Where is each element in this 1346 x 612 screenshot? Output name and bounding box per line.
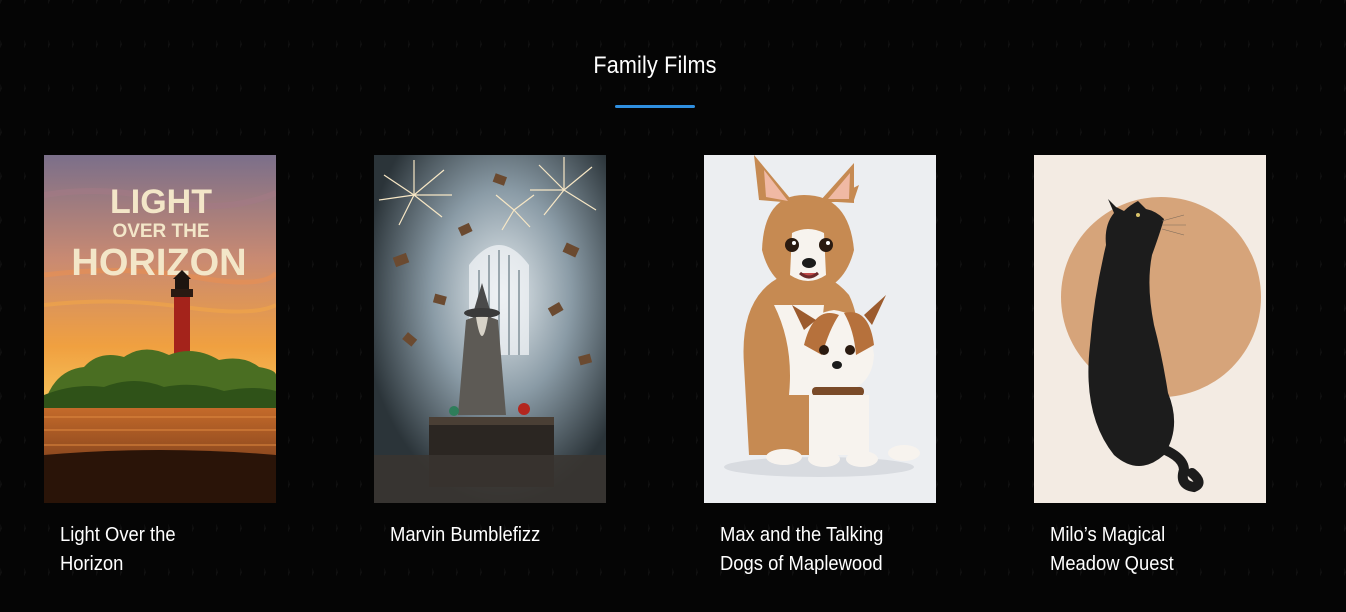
film-poster-milos-magical-meadow-quest[interactable] [1034, 155, 1266, 503]
film-title[interactable]: Marvin Bumblefizz [390, 521, 565, 550]
film-title[interactable]: Max and the Talking Dogs of Maplewood [720, 521, 895, 579]
film-poster-marvin-bumblefizz[interactable] [374, 155, 606, 503]
poster-title-line3: HORIZON [71, 242, 246, 284]
poster-title-line1: LIGHT [110, 183, 212, 221]
film-card-marvin-bumblefizz[interactable]: Marvin Bumblefizz [374, 155, 674, 550]
film-link[interactable]: Max and the Talking Dogs of Maplewood [704, 155, 1004, 579]
film-card-milos-magical-meadow-quest[interactable]: Milo’s Magical Meadow Quest [1034, 155, 1334, 579]
film-poster-max-and-the-talking-dogs[interactable] [704, 155, 936, 503]
film-poster-light-over-the-horizon[interactable]: LIGHT OVER THE HORIZON [44, 155, 276, 503]
film-link[interactable]: Milo’s Magical Meadow Quest [1034, 155, 1334, 579]
film-link[interactable]: LIGHT OVER THE HORIZON Light Over the Ho… [44, 155, 344, 579]
poster-image [1034, 155, 1266, 503]
film-link[interactable]: Marvin Bumblefizz [374, 155, 674, 550]
film-card-max-and-the-talking-dogs[interactable]: Max and the Talking Dogs of Maplewood [704, 155, 1004, 579]
section-title: Family Films [593, 52, 717, 79]
poster-image [704, 155, 936, 503]
poster-image: LIGHT OVER THE HORIZON [44, 155, 276, 503]
film-title[interactable]: Light Over the Horizon [60, 521, 235, 579]
poster-title-line2: OVER THE [112, 221, 209, 242]
poster-image [374, 155, 606, 503]
film-title[interactable]: Milo’s Magical Meadow Quest [1050, 521, 1225, 579]
film-card-light-over-the-horizon[interactable]: LIGHT OVER THE HORIZON Light Over the Ho… [44, 155, 344, 579]
title-underline [615, 105, 695, 108]
